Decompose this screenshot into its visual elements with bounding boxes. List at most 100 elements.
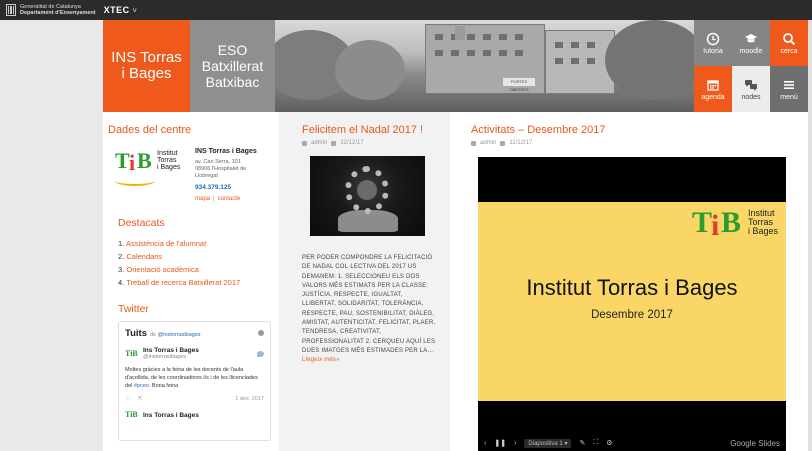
avatar[interactable]: TiB [125, 349, 139, 359]
christmas-wreath-image[interactable] [310, 156, 425, 236]
calendar-icon [707, 79, 719, 91]
banner-flag [455, 26, 465, 40]
link-separator: | [213, 196, 215, 202]
xtec-label: XTEC [103, 5, 130, 15]
tile-tutoria[interactable]: tutoria [694, 20, 732, 66]
centre-card: TiB Institut Torras i Bages INS Torras i… [115, 148, 279, 203]
share-icon[interactable]: ⇱ [138, 396, 143, 402]
tile-menu[interactable]: menú [770, 66, 808, 112]
tile-cerca[interactable]: cerca [770, 20, 808, 66]
twitter-widget-title: Tuits [125, 328, 147, 339]
tile-label: moodle [739, 47, 763, 55]
chevron-down-icon: ˅ [132, 8, 138, 15]
destacat-link-assistencia[interactable]: Assistència de l'alumnat [126, 239, 206, 248]
slide-number: Diapositiva 1 [528, 440, 563, 447]
column-activitats: Activitats – Desembre 2017 admin 11/12/1… [450, 112, 808, 451]
list-item: 3. Orientació acadèmica [118, 263, 279, 276]
list-number: 3. [118, 265, 125, 274]
like-heart-icon[interactable]: ♡ [125, 396, 130, 402]
column-post: Felicitem el Nadal 2017 ! admin 12/12/17… [281, 112, 448, 451]
read-more-link[interactable]: Llegeix més» [302, 357, 340, 363]
tile-nodes[interactable]: nodes [732, 66, 770, 112]
calendar-icon [331, 140, 337, 146]
centre-name: INS Torras i Bages [195, 148, 257, 155]
destacat-link-treball-recerca[interactable]: Treball de recerca Batxillerat 2017 [126, 278, 240, 287]
xtec-menu[interactable]: XTEC ˅ [104, 5, 138, 15]
menu-icon [784, 80, 794, 89]
slide-selector[interactable]: Diapositiva 1 ▾ [524, 438, 572, 448]
nav-school-name[interactable]: INS Torras i Bages [103, 20, 190, 112]
post-title[interactable]: Felicitem el Nadal 2017 ! [302, 124, 448, 136]
tile-agenda[interactable]: agenda [694, 66, 732, 112]
twitter-heading: Twitter [118, 303, 149, 315]
settings-gear-icon[interactable]: ⚙ [606, 439, 612, 447]
google-slides-brand[interactable]: Google Slides [730, 439, 780, 448]
generalitat-logo[interactable]: Generalitat de Catalunya Departament d'E… [6, 4, 96, 16]
centre-heading: Dades del centre [108, 124, 192, 136]
centre-address-3: Llobregat [195, 173, 218, 179]
tile-label: tutoria [703, 47, 723, 55]
map-link[interactable]: mapa [195, 196, 210, 202]
destacats-list: 1. Assistència de l'alumnat 2. Calendari… [118, 237, 279, 289]
tile-label: agenda [701, 93, 725, 101]
centre-address-2: 08906 l'Hospitalet de [195, 166, 247, 172]
prev-slide-icon[interactable]: ‹ [484, 440, 486, 447]
post-excerpt: PER PODER COMPONDRE LA FELICITACIÓ DE NA… [302, 254, 436, 366]
list-item: 2. Calendaris [118, 250, 279, 263]
post-author[interactable]: admin [311, 140, 327, 146]
school-logo: TiB Institut Torras i Bages [115, 148, 187, 186]
right-gutter [808, 20, 812, 451]
calendar-icon [500, 140, 506, 146]
tweet-author[interactable]: Ins Torras i Bages [143, 347, 199, 354]
tile-moodle[interactable]: moodle [732, 20, 770, 66]
centre-address-1: av. Can Serra, 101 [195, 159, 241, 165]
post-author[interactable]: admin [480, 140, 496, 146]
column-centre: Dades del centre TiB Institut Torras i B… [103, 112, 279, 451]
destacat-link-calendaris[interactable]: Calendaris [126, 252, 162, 261]
twitter-handle-link[interactable]: @instorrasibages [158, 332, 201, 338]
twitter-bird-icon[interactable] [257, 351, 264, 357]
google-slides-embed[interactable]: TiB Institut Torras i Bages Institut Tor… [478, 157, 786, 451]
banner-sign: PORTES OBERTES [503, 78, 535, 92]
tweet-handle[interactable]: @instorrasibages [143, 354, 199, 361]
tweet-author[interactable]: Ins Torras i Bages [143, 412, 199, 419]
twitter-by: de [150, 332, 157, 338]
avatar[interactable]: TiB [125, 410, 139, 420]
pause-icon[interactable]: ❚❚ [494, 439, 506, 447]
slide-title: Institut Torras i Bages [526, 275, 738, 300]
list-item: 1. Assistència de l'alumnat [118, 237, 279, 250]
nav-studies[interactable]: ESO Batxillerat Batxibac [190, 20, 275, 112]
pointer-icon[interactable]: ✎ [579, 439, 585, 447]
logo-word: i Bages [748, 226, 779, 236]
destacats-heading: Destacats [118, 217, 165, 229]
info-icon[interactable] [258, 330, 264, 336]
tweet: TiB Ins Torras i Bages [125, 410, 264, 420]
logo-word: Torras [157, 157, 177, 164]
list-number: 1. [118, 239, 125, 248]
twitter-widget: Tuits de @instorrasibages TiB Ins Torras… [118, 321, 271, 441]
slide: TiB Institut Torras i Bages Institut Tor… [478, 202, 786, 401]
tweet: TiB Ins Torras i Bages @instorrasibages … [125, 347, 264, 402]
next-slide-icon[interactable]: › [514, 440, 516, 447]
centre-phone[interactable]: 934.379.125 [195, 184, 257, 191]
post-meta: admin 12/12/17 [302, 140, 448, 146]
hashtag-link[interactable]: #pceo [134, 383, 149, 389]
left-gutter [0, 20, 103, 451]
tweet-text: Moltes gràcies a la feina de les docents… [125, 366, 264, 390]
post-body: PER PODER COMPONDRE LA FELICITACIÓ DE NA… [302, 255, 436, 354]
activitats-title[interactable]: Activitats – Desembre 2017 [471, 124, 808, 136]
site-header: INS Torras i Bages ESO Batxillerat Batxi… [103, 20, 808, 112]
contact-link[interactable]: contacte [218, 196, 241, 202]
tile-label: menú [780, 93, 798, 101]
destacat-link-orientacio[interactable]: Orientació acadèmica [126, 265, 199, 274]
generalitat-emblem-icon [6, 4, 16, 16]
fullscreen-icon[interactable]: ⛶ [593, 439, 598, 447]
tweet-date[interactable]: 1 des. 2017 [235, 396, 264, 402]
slides-controls: ‹ ❚❚ › Diapositiva 1 ▾ ✎ ⛶ ⚙ Google Slid… [478, 435, 786, 451]
logo-word: Institut [157, 150, 178, 157]
gov-line-2: Departament d'Ensenyament [20, 10, 96, 16]
post-date: 11/12/17 [509, 140, 533, 146]
clock-icon [706, 32, 720, 45]
user-icon [471, 140, 476, 146]
list-number: 4. [118, 278, 125, 287]
